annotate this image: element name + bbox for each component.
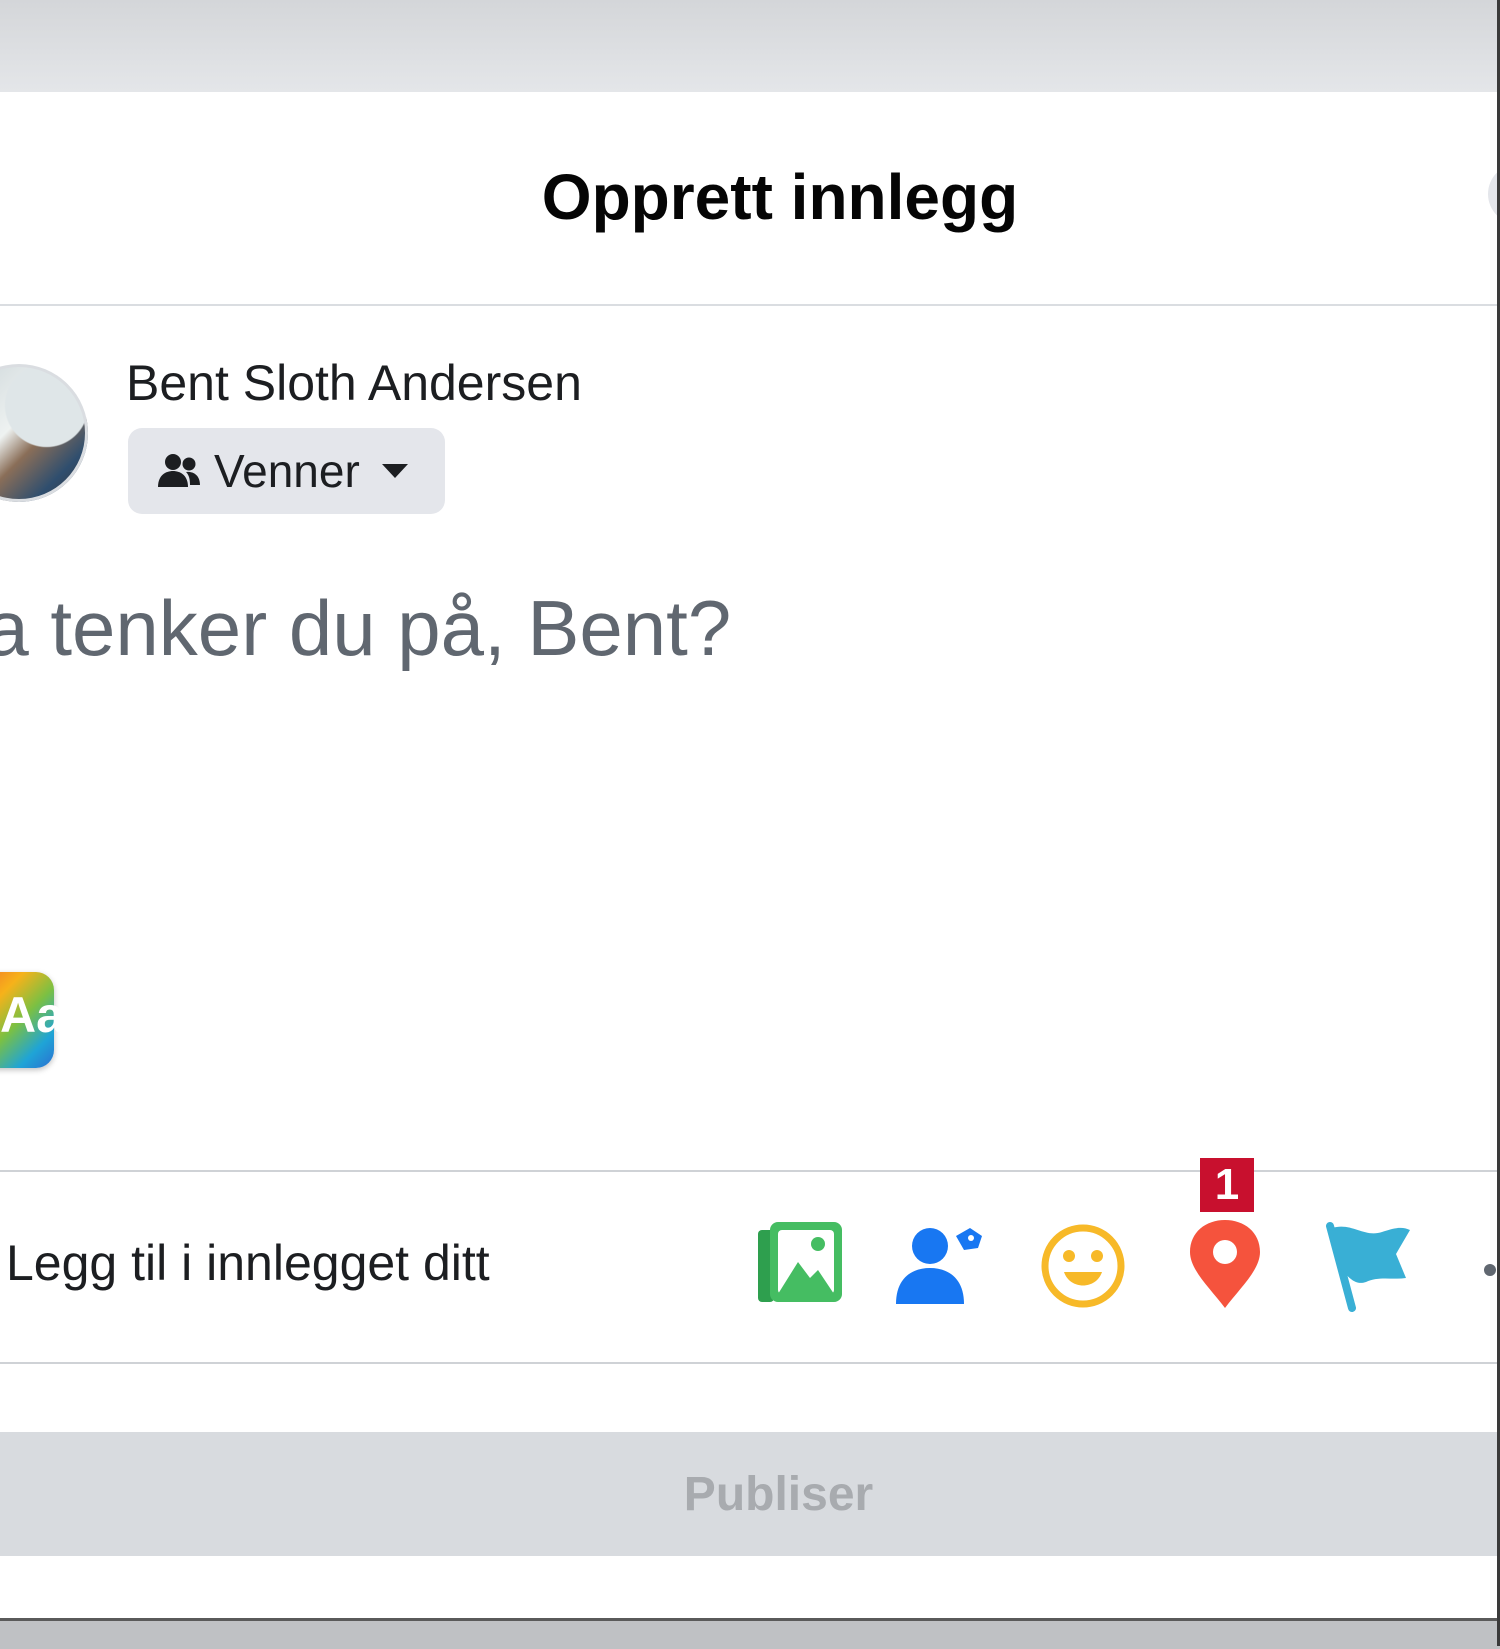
- add-to-post-bar: Legg til i innlegget ditt: [0, 1170, 1497, 1364]
- tag-people-icon: [896, 1228, 982, 1304]
- author-name: Bent Sloth Andersen: [126, 355, 582, 411]
- audience-label: Venner: [214, 445, 360, 497]
- feeling-activity-button[interactable]: [1028, 1208, 1138, 1318]
- post-composer-input[interactable]: [0, 578, 1390, 678]
- check-in-button[interactable]: [1170, 1208, 1280, 1318]
- dialog-header: Opprett innlegg: [0, 92, 1497, 306]
- caret-down-icon: [381, 464, 408, 478]
- feeling-activity-icon: [1041, 1224, 1125, 1308]
- dialog-title: Opprett innlegg: [541, 161, 1019, 233]
- window-frame-bottom: [0, 1618, 1500, 1649]
- tag-people-button[interactable]: [886, 1208, 996, 1318]
- background-picker-button[interactable]: Aa: [0, 972, 64, 1068]
- more-options-icon[interactable]: [1484, 1264, 1496, 1276]
- friends-icon: [158, 454, 200, 487]
- photo-video-icon: [758, 1222, 842, 1302]
- create-post-dialog: Opprett innlegg Bent Sloth Andersen Venn…: [0, 92, 1500, 1618]
- photo-video-button[interactable]: [744, 1208, 854, 1318]
- backdrop-strip: [0, 0, 1500, 92]
- background-picker-letter: Aa: [0, 987, 64, 1043]
- audience-selector-button[interactable]: Venner: [128, 428, 445, 514]
- check-in-icon: [1190, 1220, 1260, 1308]
- life-event-flag-icon: [1326, 1222, 1410, 1312]
- add-to-post-label: Legg til i innlegget ditt: [6, 1235, 490, 1291]
- step-badge: 1: [1200, 1158, 1254, 1212]
- life-event-button[interactable]: [1312, 1208, 1422, 1318]
- avatar: [0, 364, 88, 502]
- publish-button[interactable]: Publiser: [0, 1432, 1497, 1556]
